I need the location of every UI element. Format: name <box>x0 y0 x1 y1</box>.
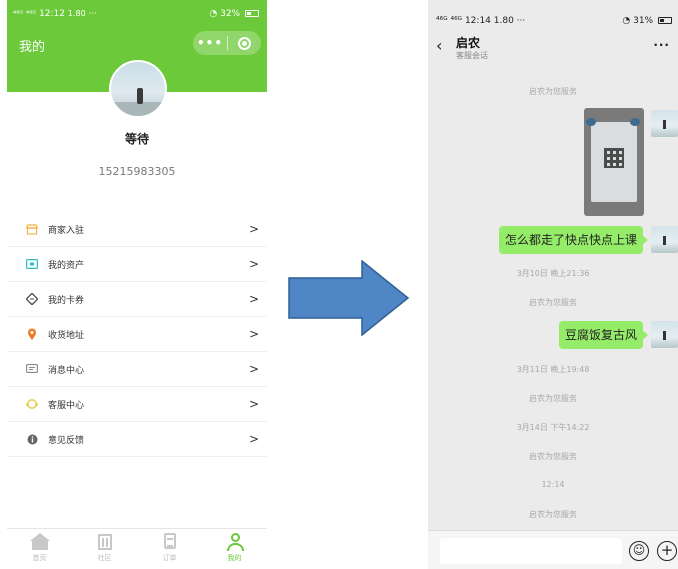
service-icon <box>25 397 39 411</box>
status-bar: ⁴⁶ᴳ ⁴⁶ᴳ 12:14 1.80 ··· ◔ 31% <box>436 14 672 28</box>
status-more-dots: ··· <box>88 9 98 19</box>
menu-item-label: 商家入驻 <box>48 225 85 236</box>
store-icon <box>25 222 39 236</box>
right-arrow-icon <box>288 260 410 336</box>
message-timestamp: 3月14日 下午14:22 <box>516 423 590 432</box>
chat-input-bar: ☺ + <box>428 530 678 569</box>
wifi-icon: ◔ <box>622 16 631 26</box>
network-speed: 1.80 <box>493 16 514 26</box>
chat-nav-bar: ‹ 启农 客服会话 ··· <box>428 28 678 70</box>
message-timestamp: 3月11日 晚上19:48 <box>516 365 590 374</box>
battery-icon <box>245 10 259 17</box>
chevron-right-icon: > <box>248 397 259 411</box>
tab-orders[interactable]: 订单 <box>137 529 202 569</box>
tab-home[interactable]: 首页 <box>7 529 72 569</box>
capsule-more-button[interactable]: ••• <box>193 36 227 50</box>
tab-label: 社区 <box>97 554 112 562</box>
menu-item-label: 意见反馈 <box>48 435 85 446</box>
menu-item-label: 我的卡券 <box>48 295 85 306</box>
message-icon <box>25 362 39 376</box>
user-nickname: 等待 <box>124 132 149 146</box>
target-icon <box>238 36 251 50</box>
qr-code-image <box>604 148 624 168</box>
plus-icon[interactable]: + <box>657 541 677 561</box>
system-message: 启农为您服务 <box>529 87 577 96</box>
tab-community[interactable]: 社区 <box>72 529 137 569</box>
avatar[interactable] <box>651 321 678 348</box>
menu-item-assets[interactable]: 我的资产 > <box>7 247 267 282</box>
chat-subtitle: 客服会话 <box>456 51 488 60</box>
miniprogram-capsule: ••• <box>193 31 261 55</box>
message-input[interactable] <box>440 538 622 564</box>
message-timestamp: 3月10日 晚上21:36 <box>516 269 590 278</box>
chevron-right-icon: > <box>248 257 259 271</box>
image-message[interactable] <box>584 108 644 216</box>
profile-icon <box>225 533 245 551</box>
avatar[interactable] <box>651 110 678 137</box>
chevron-right-icon: > <box>248 362 259 376</box>
menu-item-address[interactable]: 收货地址 > <box>7 317 267 352</box>
info-icon <box>25 432 39 446</box>
system-message: 启农为您服务 <box>529 510 577 519</box>
system-message: 启农为您服务 <box>529 298 577 307</box>
avatar[interactable] <box>109 60 167 118</box>
chat-title: 启农 <box>456 36 481 50</box>
battery-percent: 31% <box>633 16 654 26</box>
signal-indicator: ⁴⁶ᴳ ⁴⁶ᴳ <box>436 16 463 26</box>
building-icon <box>95 533 115 551</box>
system-message: 启农为您服务 <box>529 452 577 461</box>
chat-bubble-sent[interactable]: 豆腐饭复古风 <box>558 321 649 349</box>
capsule-close-button[interactable] <box>228 36 261 50</box>
status-more-dots: ··· <box>516 16 526 26</box>
network-speed: 1.80 <box>67 9 86 18</box>
home-icon <box>29 533 50 551</box>
chevron-right-icon: > <box>248 327 259 341</box>
status-bar: ⁴⁶ᴳ ⁴⁶ᴳ 12:12 1.80 ··· ◔ 32% <box>13 6 259 22</box>
tab-label: 订单 <box>162 554 177 562</box>
wifi-icon: ◔ <box>209 9 218 19</box>
user-phone: 15215983305 <box>98 165 176 178</box>
status-time: 12:12 <box>39 9 65 19</box>
chat-screen: ⁴⁶ᴳ ⁴⁶ᴳ 12:14 1.80 ··· ◔ 31% ‹ 启农 客服会话 ·… <box>428 0 678 569</box>
menu-item-label: 客服中心 <box>48 400 85 411</box>
status-time: 12:14 <box>464 16 491 26</box>
system-message: 启农为您服务 <box>529 394 577 403</box>
menu-item-label: 我的资产 <box>48 260 85 271</box>
avatar[interactable] <box>651 226 678 253</box>
coupon-icon <box>25 292 39 306</box>
menu-item-merchant[interactable]: 商家入驻 > <box>7 212 267 247</box>
order-icon <box>160 533 180 551</box>
page-title: 我的 <box>19 40 46 55</box>
location-icon <box>25 327 39 341</box>
tab-label: 首页 <box>32 554 47 562</box>
profile-screen: ⁴⁶ᴳ ⁴⁶ᴳ 12:12 1.80 ··· ◔ 32% 我的 ••• 等待 1… <box>7 0 267 569</box>
more-options-button[interactable]: ··· <box>653 38 670 52</box>
chevron-right-icon: > <box>248 292 259 306</box>
menu-item-messages[interactable]: 消息中心 > <box>7 352 267 387</box>
menu-item-service[interactable]: 客服中心 > <box>7 387 267 422</box>
menu-item-coupons[interactable]: 我的卡券 > <box>7 282 267 317</box>
chevron-right-icon: > <box>248 432 259 446</box>
menu-item-feedback[interactable]: 意见反馈 > <box>7 422 267 457</box>
bottom-tab-bar: 首页 社区 订单 我的 <box>7 528 267 569</box>
tab-mine[interactable]: 我的 <box>202 529 267 569</box>
menu-item-label: 收货地址 <box>48 330 85 341</box>
tab-label: 我的 <box>227 554 242 562</box>
message-timestamp: 12:14 <box>541 480 565 489</box>
signal-indicator: ⁴⁶ᴳ ⁴⁶ᴳ <box>13 9 37 18</box>
emoji-icon[interactable]: ☺ <box>629 541 649 561</box>
wallet-icon <box>25 257 39 271</box>
profile-menu: 商家入驻 > 我的资产 > 我的卡券 > 收货地址 > 消息中心 > 客服中心 … <box>7 212 267 457</box>
battery-percent: 32% <box>220 9 241 19</box>
back-arrow-icon[interactable]: ‹ <box>436 36 442 55</box>
battery-icon <box>658 17 672 24</box>
chat-bubble-sent[interactable]: 怎么都走了快点快点上课 <box>498 226 649 254</box>
chevron-right-icon: > <box>248 222 259 236</box>
menu-item-label: 消息中心 <box>48 365 85 376</box>
